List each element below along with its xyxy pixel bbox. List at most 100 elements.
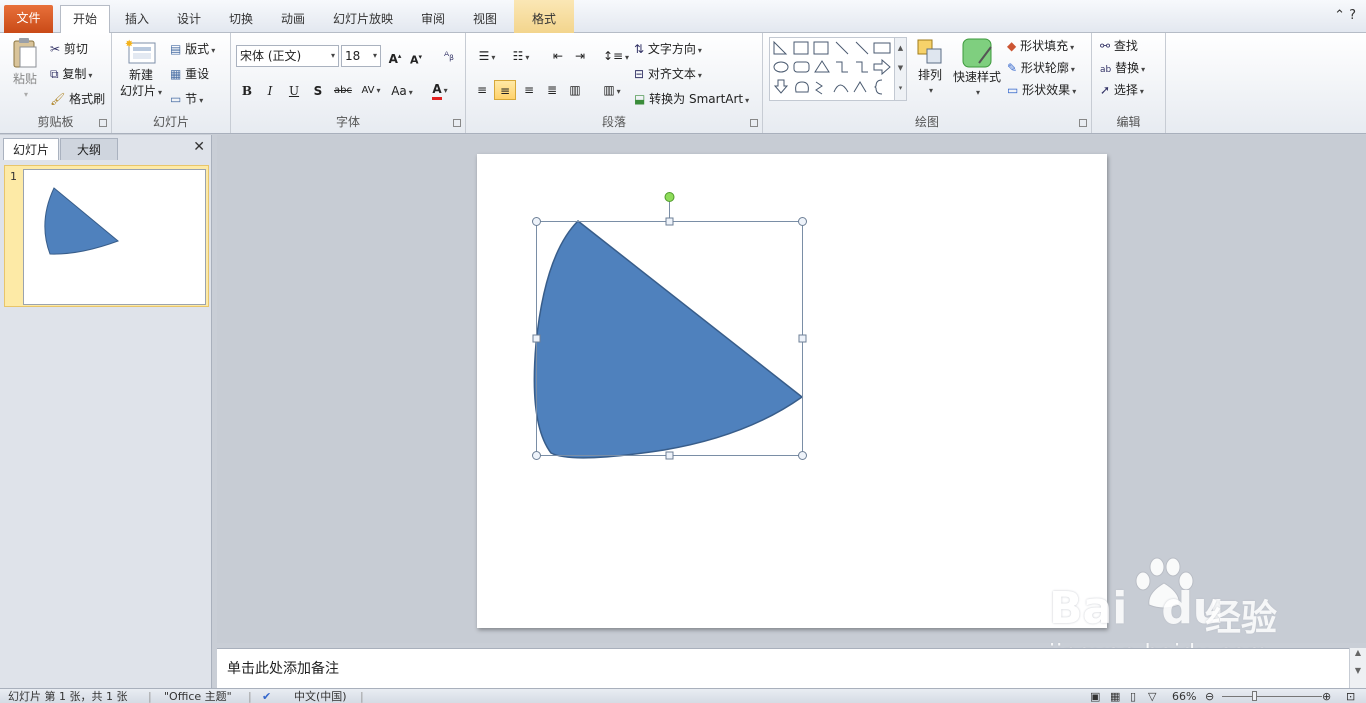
arc-shape-icon[interactable] [833,84,849,93]
drawing-launcher-icon[interactable] [1079,119,1087,127]
section-button[interactable]: ▭ 节 ▾ [170,91,203,109]
resize-handle-se[interactable] [798,451,807,460]
freeform-shape-icon[interactable] [795,81,809,93]
justify-icon[interactable]: ≣ [542,80,562,100]
align-right-icon[interactable]: ≡ [519,80,539,100]
tab-home[interactable]: 开始 [60,5,110,33]
tab-outline-pane[interactable]: 大纲 [60,138,118,160]
line-shape-icon[interactable] [835,41,849,55]
resize-handle-n[interactable] [665,217,674,226]
minimize-ribbon-icon[interactable]: ⌃ ? [1334,8,1356,23]
slide-sorter-icon[interactable]: ▦ [1110,690,1120,703]
slide-canvas[interactable] [477,154,1107,628]
columns-icon[interactable]: ▥ ▾ [598,80,626,100]
theme-name[interactable]: "Office 主题" [164,690,232,703]
shape-outline-button[interactable]: ✎ 形状轮廓 ▾ [1007,60,1075,78]
spellcheck-icon[interactable]: ✔ [262,690,271,703]
zoom-level[interactable]: 66% [1172,690,1196,703]
italic-icon[interactable]: I [260,81,280,101]
select-button[interactable]: ➚ 选择 ▾ [1100,82,1144,100]
numbering-icon[interactable]: ☷ ▾ [506,46,536,66]
vertical-textbox-shape-icon[interactable] [813,41,829,55]
paragraph-launcher-icon[interactable] [750,119,758,127]
tab-slides-pane[interactable]: 幻灯片 [3,138,59,160]
replace-button[interactable]: ab 替换 ▾ [1100,60,1145,78]
align-left-icon[interactable]: ≡ [472,80,492,100]
distributed-icon[interactable]: ▥ [565,80,585,100]
text-direction-button[interactable]: ⇅ 文字方向 ▾ [634,41,702,59]
right-triangle-shape-icon[interactable] [773,40,788,55]
scribble-shape-icon[interactable] [815,81,823,95]
strikethrough-icon[interactable]: abc [331,81,355,101]
shape-fill-button[interactable]: ◆ 形状填充 ▾ [1007,38,1074,56]
resize-handle-sw[interactable] [532,451,541,460]
oval-shape-icon[interactable] [773,61,789,73]
tab-view[interactable]: 视图 [464,6,506,33]
slide-thumbnail-row[interactable]: 1 [4,165,209,307]
notes-scrollbar[interactable]: ▲ ▼ [1349,648,1366,688]
format-painter-button[interactable]: 🖌 格式刷 [50,91,105,107]
triangle-shape-icon[interactable] [814,60,830,73]
reset-button[interactable]: ▦ 重设 [170,66,209,82]
freeform-shape[interactable] [533,219,804,459]
reading-view-icon[interactable]: ▯ [1130,690,1136,703]
resize-handle-ne[interactable] [798,217,807,226]
character-spacing-icon[interactable]: AV ▾ [359,81,383,101]
brace-shape-icon[interactable] [874,79,883,95]
normal-view-icon[interactable]: ▣ [1090,690,1100,703]
font-family-select[interactable]: 宋体 (正文) ▾ [236,45,339,67]
resize-handle-w[interactable] [532,334,541,343]
font-launcher-icon[interactable] [453,119,461,127]
down-arrow-shape-icon[interactable] [773,79,789,94]
change-case-icon[interactable]: Aa ▾ [389,81,415,101]
align-text-button[interactable]: ⊟ 对齐文本 ▾ [634,66,702,84]
elbow-arrow-shape-icon[interactable] [856,61,868,73]
tab-transitions[interactable]: 切换 [220,6,262,33]
right-arrow-shape-icon[interactable] [873,58,891,76]
zoom-slider-thumb[interactable] [1252,691,1257,701]
gallery-scroll-icon[interactable]: ▲ ▼ ▾ [894,38,906,100]
slide-thumbnail[interactable] [23,169,206,305]
line-spacing-icon[interactable]: ↕≡ ▾ [602,46,630,66]
tab-design[interactable]: 设计 [168,6,210,33]
shrink-font-icon[interactable]: A▾ [406,47,426,67]
layout-button[interactable]: ▤ 版式 ▾ [170,41,215,59]
increase-indent-icon[interactable]: ⇥ [570,46,590,66]
zoom-out-icon[interactable]: ⊖ [1205,690,1214,703]
zoom-in-icon[interactable]: ⊕ [1322,690,1331,703]
clipboard-launcher-icon[interactable] [99,119,107,127]
grow-font-icon[interactable]: A▴ [385,46,405,66]
resize-handle-nw[interactable] [532,217,541,226]
language[interactable]: 中文(中国) [294,690,347,703]
slideshow-view-icon[interactable]: ▽ [1148,690,1156,703]
close-icon[interactable]: ✕ [193,139,205,155]
paste-button[interactable]: 粘贴 ▾ [8,37,42,103]
quick-styles-button[interactable]: 快速样式 ▾ [951,37,1003,101]
shape-effects-button[interactable]: ▭ 形状效果 ▾ [1007,82,1076,100]
convert-smartart-button[interactable]: ⬓ 转换为 SmartArt ▾ [634,91,749,109]
textbox-shape-icon[interactable] [793,41,809,55]
resize-handle-e[interactable] [798,334,807,343]
rectangle-shape-icon[interactable] [873,42,891,54]
zoom-slider[interactable] [1222,691,1322,701]
tab-format[interactable]: 格式 [522,6,566,33]
align-center-icon[interactable]: ≡ [494,80,516,100]
text-shadow-icon[interactable]: S [308,81,328,101]
rounded-rect-shape-icon[interactable] [793,61,810,73]
arrange-button[interactable]: 排列 ▾ [913,37,947,99]
bullets-icon[interactable]: ☰ ▾ [472,46,502,66]
shapes-gallery[interactable]: ▲ ▼ ▾ [769,37,907,101]
tab-file[interactable]: 文件 [4,5,53,33]
copy-button[interactable]: ⧉ 复制 ▾ [50,66,92,84]
fit-to-window-icon[interactable]: ⊡ [1346,690,1355,703]
tab-slideshow[interactable]: 幻灯片放映 [326,6,400,33]
rotation-handle[interactable] [664,192,675,202]
font-size-select[interactable]: 18 ▾ [341,45,381,67]
notes-placeholder[interactable]: 单击此处添加备注 [227,658,339,678]
find-button[interactable]: ⚯ 查找 [1100,38,1138,54]
elbow-connector-shape-icon[interactable] [836,61,848,73]
underline-icon[interactable]: U [284,81,304,101]
curve-shape-icon[interactable] [853,81,867,93]
arrow-line-shape-icon[interactable] [855,41,869,55]
font-color-icon[interactable]: A ▾ [427,79,453,100]
